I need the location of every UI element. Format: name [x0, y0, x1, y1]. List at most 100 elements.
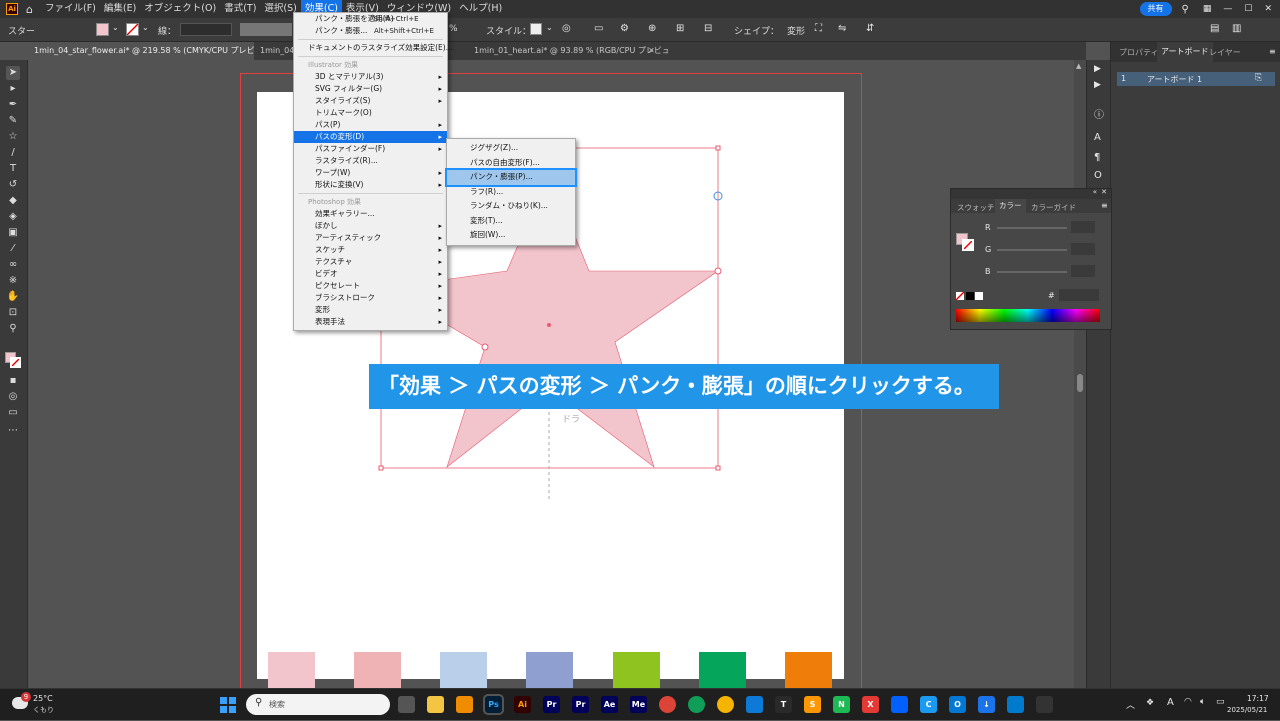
direct-selection-tool-icon[interactable]: ▸	[6, 82, 20, 96]
menu-item[interactable]: 表現手法 ▸	[294, 316, 447, 328]
app-x-icon[interactable]: X	[862, 696, 879, 713]
color-swatch[interactable]	[440, 652, 487, 688]
rotate-tool-icon[interactable]: ↺	[6, 178, 20, 192]
pen-tool-icon[interactable]: ✒	[6, 98, 20, 112]
menu-item[interactable]: テクスチャ ▸	[294, 256, 447, 268]
menu-object[interactable]: オブジェクト(O)	[140, 0, 220, 18]
screen-mode-icon[interactable]: ▭	[6, 406, 20, 420]
menu-item[interactable]: スケッチ ▸	[294, 244, 447, 256]
distribute-icon[interactable]: ⊞	[676, 23, 684, 34]
scrollbar-thumb[interactable]	[1077, 374, 1083, 392]
character-icon[interactable]: A	[1094, 132, 1101, 143]
wifi-icon[interactable]: ◠	[1184, 697, 1192, 707]
explorer-icon[interactable]	[427, 696, 444, 713]
app-n-icon[interactable]: N	[833, 696, 850, 713]
vlc-icon[interactable]	[456, 696, 473, 713]
menu-item[interactable]: ブラシストローク ▸	[294, 292, 447, 304]
menu-edit[interactable]: 編集(E)	[100, 0, 140, 18]
scroll-up-icon[interactable]: ▲	[1076, 62, 1081, 70]
tab-properties[interactable]: プロパティ	[1119, 47, 1159, 58]
style-swatch[interactable]	[530, 23, 542, 35]
tab-layers[interactable]: レイヤー	[1209, 47, 1241, 58]
search-icon[interactable]: ⚲	[1182, 4, 1189, 15]
minimize-icon[interactable]: —	[1223, 4, 1232, 14]
tab-color[interactable]: カラー	[995, 199, 1026, 213]
transform-icon[interactable]: ⛶	[815, 23, 822, 34]
dropbox-tray-icon[interactable]: ❖	[1146, 698, 1154, 708]
document-tab[interactable]: 1min_01_heart.ai* @ 93.89 % (RGB/CPU プレビ…	[468, 42, 668, 60]
chrome-2-icon[interactable]	[688, 696, 705, 713]
search-box[interactable]: ⚲ 検索	[246, 694, 390, 715]
menu-item[interactable]: パス(P) ▸	[294, 119, 447, 131]
opentype-icon[interactable]: O	[1094, 170, 1102, 181]
edge-icon[interactable]	[746, 696, 763, 713]
recorder-icon[interactable]	[1036, 696, 1053, 713]
submenu-item[interactable]: 旋回(W)...	[447, 228, 575, 243]
close-icon[interactable]: ✕	[1101, 188, 1107, 196]
maximize-icon[interactable]: ☐	[1244, 4, 1252, 14]
fill-stroke-swatch-icon[interactable]	[5, 352, 21, 368]
artboard-tool-icon[interactable]: ⊡	[6, 306, 20, 320]
slider-b[interactable]	[997, 271, 1067, 273]
menu-item-apply-pucker[interactable]: パンク・膨張を適用(A) Shift+Ctrl+E	[294, 13, 447, 25]
menu-item[interactable]: パスファインダー(F) ▸	[294, 143, 447, 155]
vertical-scrollbar[interactable]: ▲	[1074, 60, 1086, 688]
recolor-icon[interactable]: ◎	[562, 23, 571, 34]
color-swatch[interactable]	[268, 652, 315, 688]
home-icon[interactable]: ⌂	[26, 3, 33, 16]
align-icon[interactable]: ▭	[594, 23, 603, 34]
submenu-item[interactable]: パンク・膨張(P)...	[445, 168, 577, 187]
premiere-2-icon[interactable]: Pr	[572, 696, 589, 713]
chevron-up-icon[interactable]: ︿	[1126, 698, 1135, 711]
menu-type[interactable]: 書式(T)	[220, 0, 260, 18]
volume-icon[interactable]: 🔈︎	[1200, 697, 1205, 707]
panel-menu-icon[interactable]: ≡	[1101, 201, 1108, 210]
color-swatch[interactable]	[613, 652, 660, 688]
transform-label[interactable]: 変形	[787, 24, 805, 37]
document-tab[interactable]: 1min_04_...	[254, 42, 294, 60]
submenu-item[interactable]: ラフ(R)...	[447, 185, 575, 200]
premiere-icon[interactable]: Pr	[543, 696, 560, 713]
tab-swatches[interactable]: スウォッチ	[957, 202, 995, 213]
symbol-sprayer-tool-icon[interactable]: ※	[6, 274, 20, 288]
panel-menu-icon[interactable]: ≡	[1269, 47, 1276, 56]
artboard-row[interactable]: 1 アートボード 1 ⎘	[1117, 72, 1275, 86]
tab-color-guide[interactable]: カラーガイド	[1031, 202, 1076, 213]
menu-item[interactable]: ぼかし ▸	[294, 220, 447, 232]
menu-item[interactable]: パスの変形(D) ▸	[294, 131, 447, 143]
selection-tool-icon[interactable]: ➤	[6, 66, 20, 80]
eyedropper-tool-icon[interactable]: ⁄	[6, 242, 20, 256]
play-icon[interactable]: ▶	[1094, 64, 1101, 74]
after-effects-icon[interactable]: Ae	[601, 696, 618, 713]
color-swatch[interactable]	[526, 652, 573, 688]
menu-item[interactable]: SVG フィルター(G) ▸	[294, 83, 447, 95]
value-input-r[interactable]	[1071, 221, 1095, 233]
submenu-item[interactable]: 変形(T)...	[447, 214, 575, 229]
flip-icon[interactable]: ⇵	[866, 23, 874, 34]
arrange-documents-icon[interactable]: ▦	[1203, 4, 1212, 14]
close-tab-icon[interactable]: ✕	[648, 46, 655, 55]
color-swatch[interactable]	[785, 652, 832, 688]
media-encoder-icon[interactable]: Me	[630, 696, 647, 713]
menu-item[interactable]: アーティスティック ▸	[294, 232, 447, 244]
black-swatch[interactable]	[966, 292, 974, 300]
task-view-icon[interactable]	[398, 696, 415, 713]
color-swatch[interactable]	[354, 652, 401, 688]
menu-item[interactable]: 効果ギャラリー...	[294, 208, 447, 220]
hex-input[interactable]	[1059, 289, 1099, 301]
stroke-color-swatch[interactable]	[126, 23, 139, 36]
color-mode-icon[interactable]: ▪	[6, 374, 20, 388]
chrome-icon[interactable]	[659, 696, 676, 713]
white-swatch[interactable]	[975, 292, 983, 300]
value-input-g[interactable]	[1071, 243, 1095, 255]
panel-menu-icon[interactable]: ▤	[1210, 23, 1219, 34]
info-icon[interactable]: ⓘ	[1094, 106, 1104, 121]
slider-g[interactable]	[997, 249, 1067, 251]
menu-file[interactable]: ファイル(F)	[41, 0, 100, 18]
artboard-options-icon[interactable]: ⎘	[1255, 73, 1262, 83]
curvature-tool-icon[interactable]: ✎	[6, 114, 20, 128]
ime-icon[interactable]: A	[1167, 697, 1174, 708]
photoshop-icon[interactable]: Ps	[483, 694, 504, 715]
menu-item[interactable]: トリムマーク(O)	[294, 107, 447, 119]
stroke-weight-input[interactable]	[180, 23, 232, 36]
